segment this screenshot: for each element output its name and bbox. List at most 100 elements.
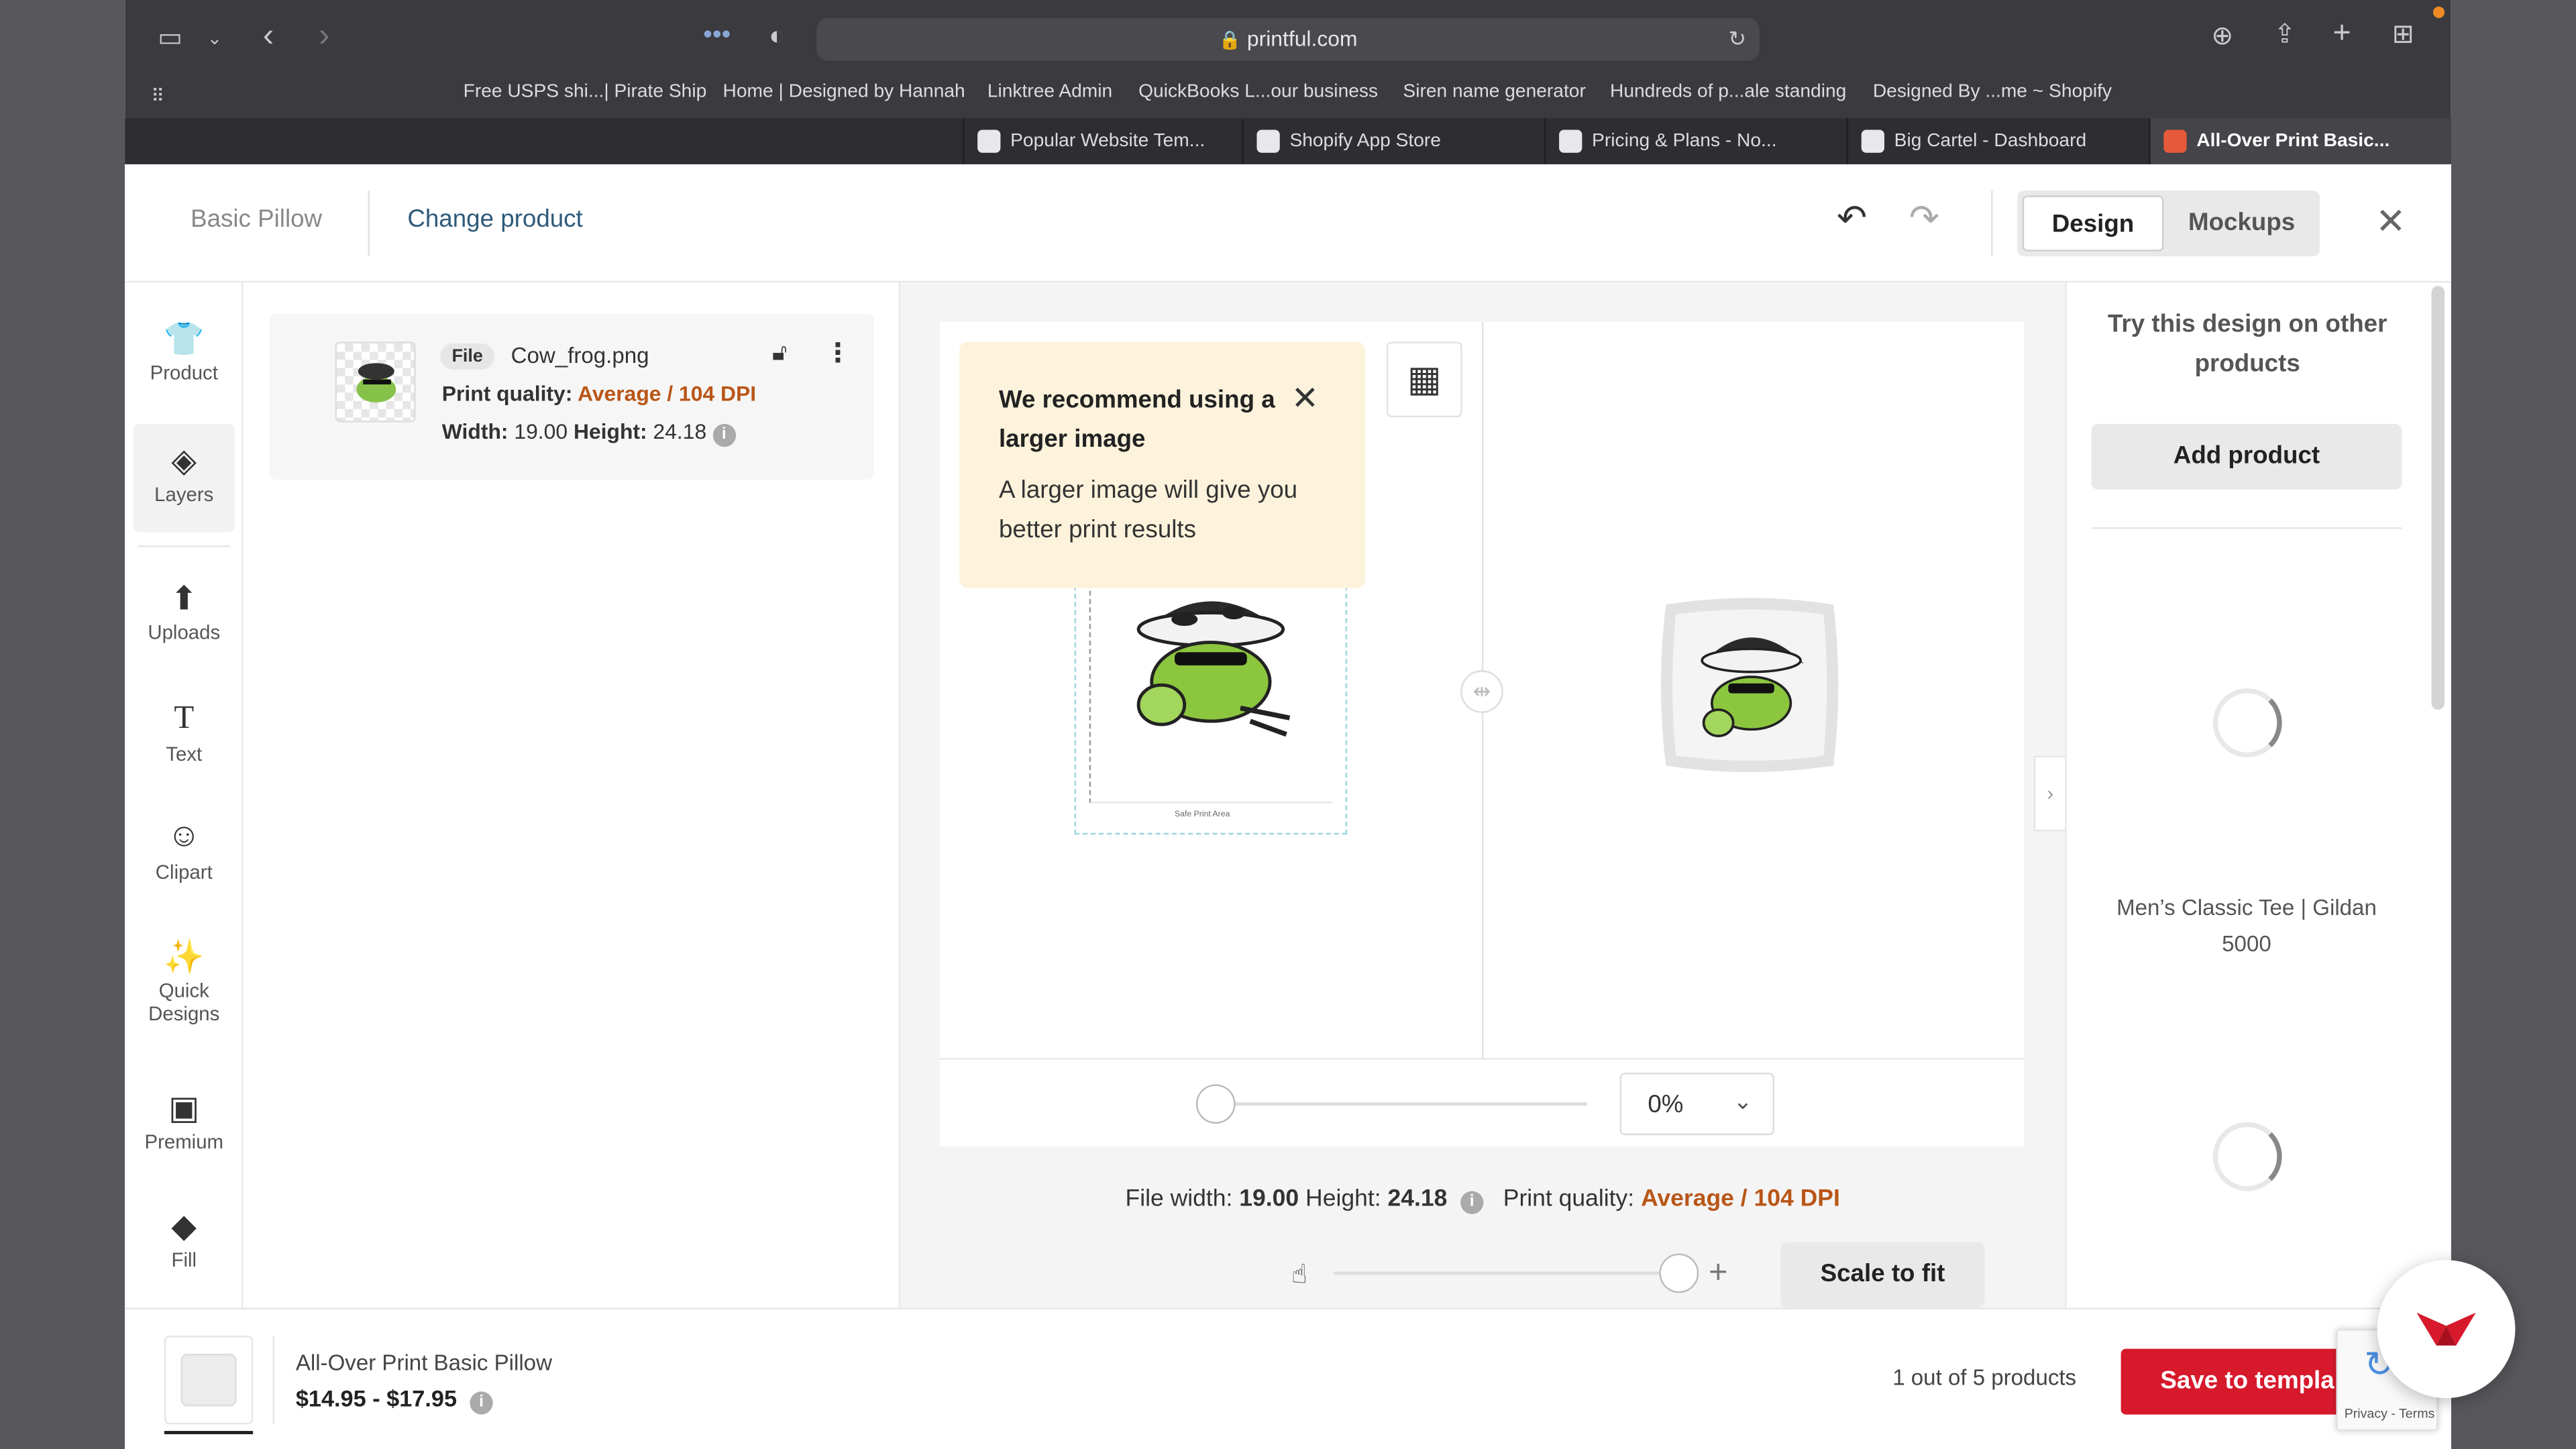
product-thumbnail[interactable] bbox=[164, 1336, 254, 1425]
zoom-slider-thumb[interactable] bbox=[1195, 1084, 1236, 1124]
recaptcha-terms[interactable]: Privacy - Terms bbox=[2345, 1406, 2435, 1421]
file-info: File width: 19.00 Height: 24.18 i Print … bbox=[900, 1186, 2065, 1214]
zoom-slider-track[interactable] bbox=[1195, 1084, 1587, 1124]
forward-icon[interactable]: › bbox=[319, 19, 329, 52]
tab-all-over-print[interactable]: All-Over Print Basic... bbox=[2149, 118, 2451, 164]
info-icon[interactable]: i bbox=[1460, 1191, 1484, 1214]
frog-artwork[interactable] bbox=[1119, 580, 1303, 757]
chevron-down-icon: ⌄ bbox=[1733, 1087, 1753, 1114]
file-badge: File bbox=[440, 343, 495, 370]
new-tab-icon[interactable]: + bbox=[2333, 18, 2351, 50]
plus-icon[interactable]: + bbox=[1709, 1255, 1728, 1293]
layer-filename: Cow_frog.png bbox=[511, 343, 649, 368]
bookmark-item[interactable]: Linktree Admin bbox=[987, 82, 1112, 101]
file-quality-value: Average / 104 DPI bbox=[1641, 1186, 1840, 1213]
favorites-grid-icon[interactable]: ⠿ bbox=[151, 84, 164, 110]
more-options-icon[interactable]: ⋮ bbox=[824, 337, 851, 370]
layer-quality: Print quality: Average / 104 DPI bbox=[442, 381, 756, 406]
bookmark-item[interactable]: Designed By ...me ~ Shopify bbox=[1873, 82, 2112, 101]
tab-favicon bbox=[1256, 129, 1280, 153]
tab-big-cartel[interactable]: Big Cartel - Dashboard bbox=[1846, 118, 2149, 164]
tab-design[interactable]: Design bbox=[2022, 195, 2164, 252]
file-height-label: Height: bbox=[1305, 1186, 1381, 1213]
reload-icon[interactable]: ↻ bbox=[1729, 18, 1747, 61]
sidebar-item-clipart[interactable]: ☺ Clipart bbox=[133, 818, 235, 884]
file-quality-label: Print quality: bbox=[1503, 1186, 1635, 1213]
sidebar: 👕 Product ◈ Layers ⬆ Uploads T Text ☺ Clipart… bbox=[125, 282, 244, 1308]
layer-card[interactable]: File Cow_frog.png 🔓︎ ⋮ Print quality: Av… bbox=[269, 313, 874, 480]
split-handle-icon[interactable]: ⇹ bbox=[1460, 670, 1503, 713]
file-width-label: File width: bbox=[1125, 1186, 1233, 1213]
sidebar-item-text[interactable]: T Text bbox=[133, 700, 235, 765]
chevron-down-icon[interactable]: ⌄ bbox=[207, 26, 223, 52]
add-product-button[interactable]: Add product bbox=[2091, 423, 2402, 490]
close-icon[interactable]: ✕ bbox=[2375, 201, 2406, 244]
tab-overview-icon[interactable]: ⊞ bbox=[2392, 22, 2414, 49]
layers-panel: File Cow_frog.png 🔓︎ ⋮ Print quality: Av… bbox=[243, 282, 901, 1308]
tab-favicon bbox=[1861, 129, 1884, 153]
help-chat-button[interactable] bbox=[2377, 1260, 2516, 1399]
download-icon[interactable]: ⊕ bbox=[2211, 24, 2233, 51]
back-icon[interactable]: ‹ bbox=[263, 19, 274, 52]
product-name: Basic Pillow bbox=[191, 205, 323, 233]
tab-mockups[interactable]: Mockups bbox=[2169, 195, 2315, 251]
tab-favicon bbox=[977, 129, 1001, 153]
sidebar-toggle-icon[interactable]: ▭ bbox=[158, 25, 182, 52]
tab-shopify-app-store[interactable]: Shopify App Store bbox=[1242, 118, 1544, 164]
bookmark-item[interactable]: Hundreds of p...ale standing bbox=[1610, 82, 1846, 101]
sidebar-item-label: Fill bbox=[171, 1248, 197, 1272]
bookmark-item[interactable]: Siren name generator bbox=[1403, 82, 1585, 101]
sidebar-item-uploads[interactable]: ⬆ Uploads bbox=[133, 578, 235, 644]
scale-slider-track[interactable] bbox=[1334, 1253, 1699, 1293]
screen: ▭ ⌄ ‹ › ••• ◐ 🔒 printful.com ↻ ⊕ ⇪ + ⊞ ⠿… bbox=[0, 0, 2576, 1449]
printful-logo-icon bbox=[2416, 1312, 2476, 1346]
sidebar-item-layers[interactable]: ◈ Layers bbox=[133, 423, 235, 533]
footer-price-row: $14.95 - $17.95 i bbox=[296, 1385, 493, 1415]
tab-pricing-plans[interactable]: Pricing & Plans - No... bbox=[1544, 118, 1847, 164]
zoom-bar: 0% ⌄ bbox=[939, 1058, 2025, 1147]
sidebar-item-premium[interactable]: ▣ Premium bbox=[133, 1087, 235, 1153]
close-tooltip-icon[interactable]: ✕ bbox=[1291, 378, 1319, 419]
bookmark-item[interactable]: Free USPS shi...| Pirate Ship bbox=[464, 82, 707, 101]
share-icon[interactable]: ⇪ bbox=[2273, 22, 2296, 49]
url-text: printful.com bbox=[1246, 26, 1358, 51]
extensions-icon[interactable]: ••• bbox=[703, 22, 731, 49]
sidebar-item-fill[interactable]: ◆ Fill bbox=[133, 1206, 235, 1272]
collapse-panel-icon[interactable]: › bbox=[2033, 755, 2067, 832]
sidebar-item-label: Product bbox=[150, 361, 218, 385]
tab-popular-website[interactable]: Popular Website Tem... bbox=[963, 118, 1242, 164]
scale-slider-thumb[interactable] bbox=[1659, 1253, 1699, 1293]
divider bbox=[1991, 191, 1993, 257]
notification-dot bbox=[2432, 6, 2445, 18]
height-value: 24.18 bbox=[653, 419, 707, 444]
unlock-icon[interactable]: 🔓︎ bbox=[772, 338, 787, 366]
sidebar-item-label: Uploads bbox=[148, 621, 221, 645]
view-switch: Design Mockups bbox=[2017, 191, 2320, 257]
redo-icon[interactable]: ↷ bbox=[1909, 197, 1939, 240]
address-bar[interactable]: 🔒 printful.com ↻ bbox=[816, 17, 1760, 61]
layers-icon: ◈ bbox=[171, 443, 197, 480]
layer-dimensions: Width: 19.00 Height: 24.18 i bbox=[442, 419, 736, 447]
suggested-product-name[interactable]: Men’s Classic Tee | Gildan 5000 bbox=[2092, 890, 2402, 963]
info-icon[interactable]: i bbox=[712, 423, 736, 447]
shield-icon[interactable]: ◐ bbox=[769, 24, 785, 51]
sidebar-item-quick-designs[interactable]: ✨ Quick Designs bbox=[133, 936, 235, 1025]
undo-icon[interactable]: ↶ bbox=[1837, 197, 1867, 240]
info-icon[interactable]: i bbox=[470, 1391, 493, 1415]
bookmark-item[interactable]: QuickBooks L...our business bbox=[1138, 82, 1378, 101]
text-icon: T bbox=[174, 700, 195, 737]
canvas-area: ⇹ Safe Print Area We recommend using a l… bbox=[900, 282, 2065, 1308]
zoom-value: 0% bbox=[1648, 1091, 1684, 1119]
product-count: 1 out of 5 products bbox=[1892, 1365, 2077, 1390]
width-label: Width: bbox=[441, 419, 508, 444]
upload-icon: ⬆ bbox=[170, 581, 198, 618]
tab-label: All-Over Print Basic... bbox=[2196, 131, 2390, 152]
grid-view-icon[interactable]: ▦ bbox=[1386, 341, 1462, 418]
change-product-link[interactable]: Change product bbox=[407, 205, 582, 233]
scale-to-fit-button[interactable]: Scale to fit bbox=[1780, 1242, 1985, 1308]
scrollbar[interactable] bbox=[2431, 286, 2445, 710]
quality-value: Average / 104 DPI bbox=[578, 381, 757, 406]
sidebar-item-product[interactable]: 👕 Product bbox=[133, 319, 235, 384]
zoom-select[interactable]: 0% ⌄ bbox=[1619, 1073, 1774, 1136]
bookmark-item[interactable]: Home | Designed by Hannah bbox=[723, 82, 965, 101]
